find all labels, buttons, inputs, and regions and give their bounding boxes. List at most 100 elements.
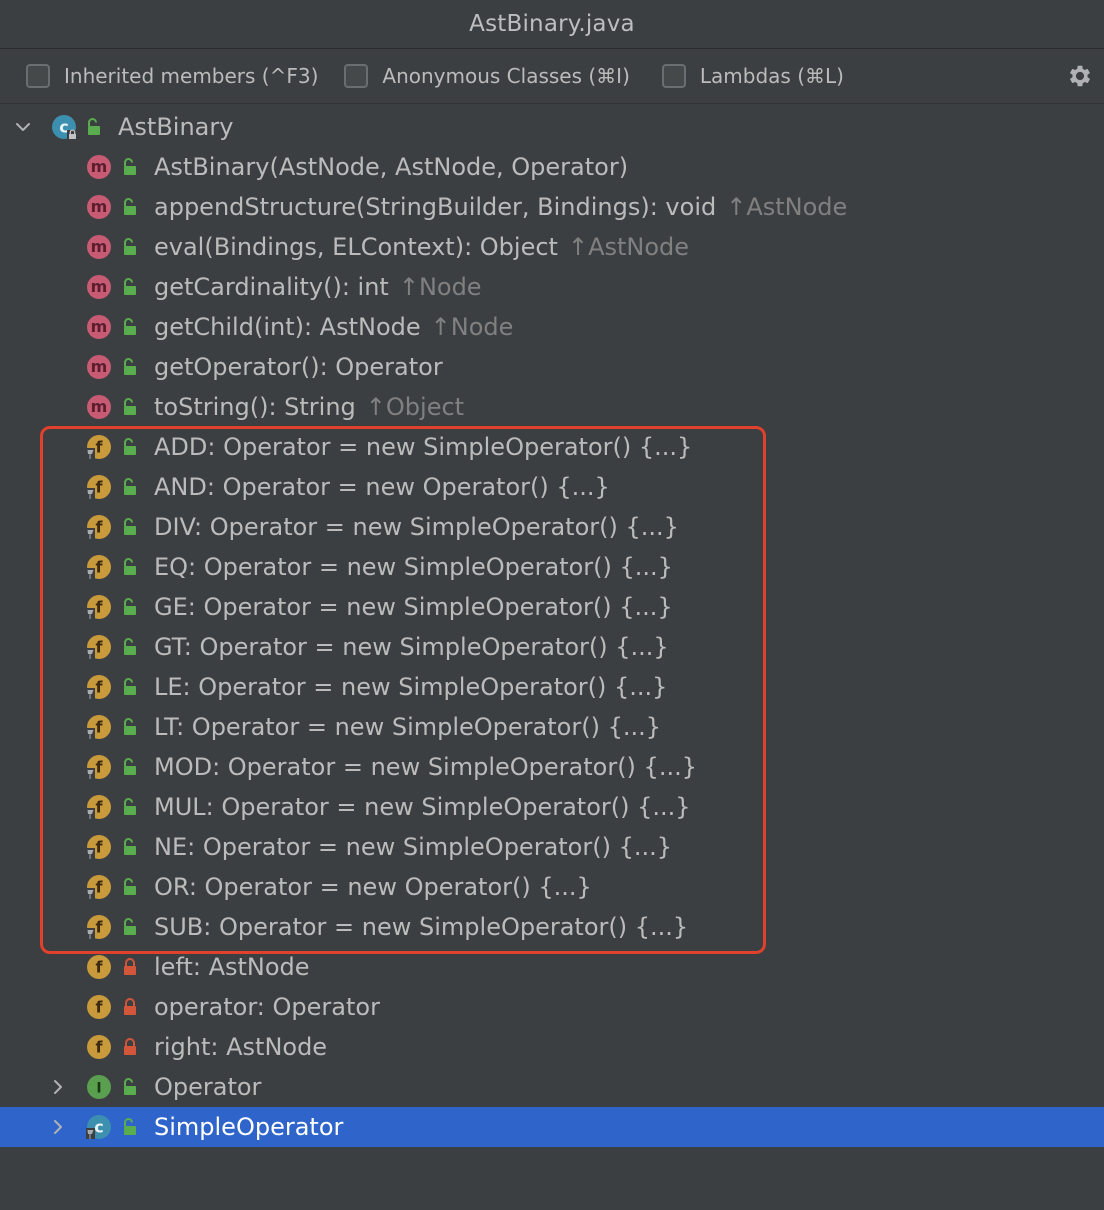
tree-item-label: DIV: Operator = new SimpleOperator() {..…: [154, 507, 679, 547]
tree-item-static-field[interactable]: f OR: Operator = new Operator() {...}: [0, 867, 1104, 907]
tree-node-root-class[interactable]: c AstBinary: [0, 107, 1104, 147]
inherited-from-label: ↑Object: [365, 393, 465, 421]
field-icon: f: [86, 715, 111, 739]
member-signature: appendStructure(StringBuilder, Bindings)…: [154, 193, 717, 221]
tree-item-label: NE: Operator = new SimpleOperator() {...…: [154, 827, 672, 867]
tree-item-static-field[interactable]: f GT: Operator = new SimpleOperator() {..…: [0, 627, 1104, 667]
public-lock-icon: [124, 398, 136, 415]
tree-item-private-field[interactable]: f right: AstNode: [0, 1027, 1104, 1067]
member-signature: SimpleOperator: [154, 1113, 344, 1141]
tree-item-static-field[interactable]: f EQ: Operator = new SimpleOperator() {..…: [0, 547, 1104, 587]
field-icon: f: [86, 475, 111, 499]
svg-text:f: f: [96, 838, 104, 857]
anonymous-classes-checkbox[interactable]: Anonymous Classes (⌘I): [344, 49, 630, 103]
public-lock-icon: [124, 798, 136, 815]
tree-item-private-field[interactable]: f operator: Operator: [0, 987, 1104, 1027]
member-signature: SUB: Operator = new SimpleOperator() {..…: [154, 913, 689, 941]
member-signature: OR: Operator = new Operator() {...}: [154, 873, 592, 901]
member-signature: getCardinality(): int: [154, 273, 389, 301]
tree-item-static-field[interactable]: f MUL: Operator = new SimpleOperator() {.…: [0, 787, 1104, 827]
tree-item-method[interactable]: m eval(Bindings, ELContext): Object ↑AstNo…: [0, 227, 1104, 267]
public-lock-icon: [124, 838, 136, 855]
tree-item-static-field[interactable]: f ADD: Operator = new SimpleOperator() {.…: [0, 427, 1104, 467]
tree-item-static-field[interactable]: f SUB: Operator = new SimpleOperator() {.…: [0, 907, 1104, 947]
checkbox-box[interactable]: [661, 64, 686, 88]
public-lock-icon: [124, 918, 136, 935]
tree-item-label: appendStructure(StringBuilder, Bindings)…: [154, 187, 847, 227]
chevron-right-icon[interactable]: [48, 1117, 68, 1137]
member-signature: MUL: Operator = new SimpleOperator() {..…: [154, 793, 691, 821]
tree-item-static-field[interactable]: f AND: Operator = new Operator() {...}: [0, 467, 1104, 507]
window-title: AstBinary.java: [469, 11, 635, 37]
field-icon: f: [86, 875, 111, 899]
tree-item-label: toString(): String ↑Object: [154, 387, 464, 427]
tree-item-private-field[interactable]: f left: AstNode: [0, 947, 1104, 987]
tree-item-static-field[interactable]: f GE: Operator = new SimpleOperator() {..…: [0, 587, 1104, 627]
member-signature: AstBinary: [118, 113, 234, 141]
tree-node-nested-interface[interactable]: I Operator: [0, 1067, 1104, 1107]
method-icon: m: [87, 275, 111, 299]
checkbox-label: Inherited members (^F3): [64, 64, 319, 88]
svg-text:f: f: [96, 678, 104, 697]
public-lock-icon: [124, 1118, 136, 1135]
public-lock-icon: [124, 638, 136, 655]
public-lock-icon: [124, 438, 136, 455]
tree-item-label: MOD: Operator = new SimpleOperator() {..…: [154, 747, 697, 787]
tree-item-method[interactable]: m appendStructure(StringBuilder, Bindings…: [0, 187, 1104, 227]
tree-item-method[interactable]: m toString(): String ↑Object: [0, 387, 1104, 427]
chevron-right-icon[interactable]: [48, 1077, 68, 1097]
tree-item-label: getOperator(): Operator: [154, 347, 443, 387]
svg-text:m: m: [91, 157, 108, 176]
tree-item-label: right: AstNode: [154, 1027, 327, 1067]
tree-item-label: GT: Operator = new SimpleOperator() {...…: [154, 627, 669, 667]
public-lock-icon: [124, 878, 136, 895]
field-icon: f: [86, 755, 111, 779]
field-icon: f: [86, 635, 111, 659]
field-icon: f: [86, 555, 111, 579]
tree-item-static-field[interactable]: f MOD: Operator = new SimpleOperator() {.…: [0, 747, 1104, 787]
tree-item-method[interactable]: m getCardinality(): int ↑Node: [0, 267, 1104, 307]
svg-text:f: f: [96, 1038, 104, 1057]
checkbox-box[interactable]: [344, 64, 369, 88]
tree-item-label: AstBinary(AstNode, AstNode, Operator): [154, 147, 628, 187]
tree-item-method[interactable]: m AstBinary(AstNode, AstNode, Operator): [0, 147, 1104, 187]
svg-text:m: m: [91, 277, 108, 296]
checkbox-box[interactable]: [26, 64, 50, 88]
svg-text:f: f: [96, 918, 104, 937]
filter-toolbar: Inherited members (^F3) Anonymous Classe…: [0, 49, 1104, 104]
svg-text:c: c: [94, 1118, 103, 1137]
gear-icon[interactable]: [1066, 62, 1094, 90]
tree-node-nested-class[interactable]: c SimpleOperator: [0, 1107, 1104, 1147]
svg-text:m: m: [91, 357, 108, 376]
tree-item-static-field[interactable]: f DIV: Operator = new SimpleOperator() {.…: [0, 507, 1104, 547]
tree-item-static-field[interactable]: f NE: Operator = new SimpleOperator() {..…: [0, 827, 1104, 867]
lambdas-checkbox[interactable]: Lambdas (⌘L): [661, 49, 844, 103]
inherited-from-label: ↑Node: [430, 313, 514, 341]
tree-item-label: Operator: [154, 1067, 261, 1107]
chevron-down-icon[interactable]: [13, 117, 33, 137]
tree-item-label: AstBinary: [118, 107, 233, 147]
member-signature: AND: Operator = new Operator() {...}: [154, 473, 610, 501]
inherited-members-checkbox[interactable]: Inherited members (^F3): [26, 49, 318, 103]
field-icon: f: [86, 795, 111, 819]
field-icon: f: [86, 435, 111, 459]
tree-item-static-field[interactable]: f LT: Operator = new SimpleOperator() {..…: [0, 707, 1104, 747]
method-icon: m: [87, 235, 111, 259]
tree-item-method[interactable]: m getChild(int): AstNode ↑Node: [0, 307, 1104, 347]
tree-item-label: LT: Operator = new SimpleOperator() {...…: [154, 707, 661, 747]
tree-item-label: getChild(int): AstNode ↑Node: [154, 307, 513, 347]
svg-text:m: m: [91, 397, 108, 416]
public-lock-icon: [124, 558, 136, 575]
checkbox-label: Lambdas (⌘L): [699, 64, 844, 88]
member-signature: eval(Bindings, ELContext): Object: [154, 233, 558, 261]
svg-text:f: f: [96, 518, 104, 537]
public-lock-icon: [124, 758, 136, 775]
tree-item-label: OR: Operator = new Operator() {...}: [154, 867, 592, 907]
svg-text:m: m: [91, 317, 108, 336]
method-icon: m: [87, 355, 111, 379]
tree-item-method[interactable]: m getOperator(): Operator: [0, 347, 1104, 387]
member-signature: LT: Operator = new SimpleOperator() {...…: [154, 713, 661, 741]
member-signature: GE: Operator = new SimpleOperator() {...…: [154, 593, 673, 621]
member-signature: getOperator(): Operator: [154, 353, 443, 381]
tree-item-static-field[interactable]: f LE: Operator = new SimpleOperator() {..…: [0, 667, 1104, 707]
